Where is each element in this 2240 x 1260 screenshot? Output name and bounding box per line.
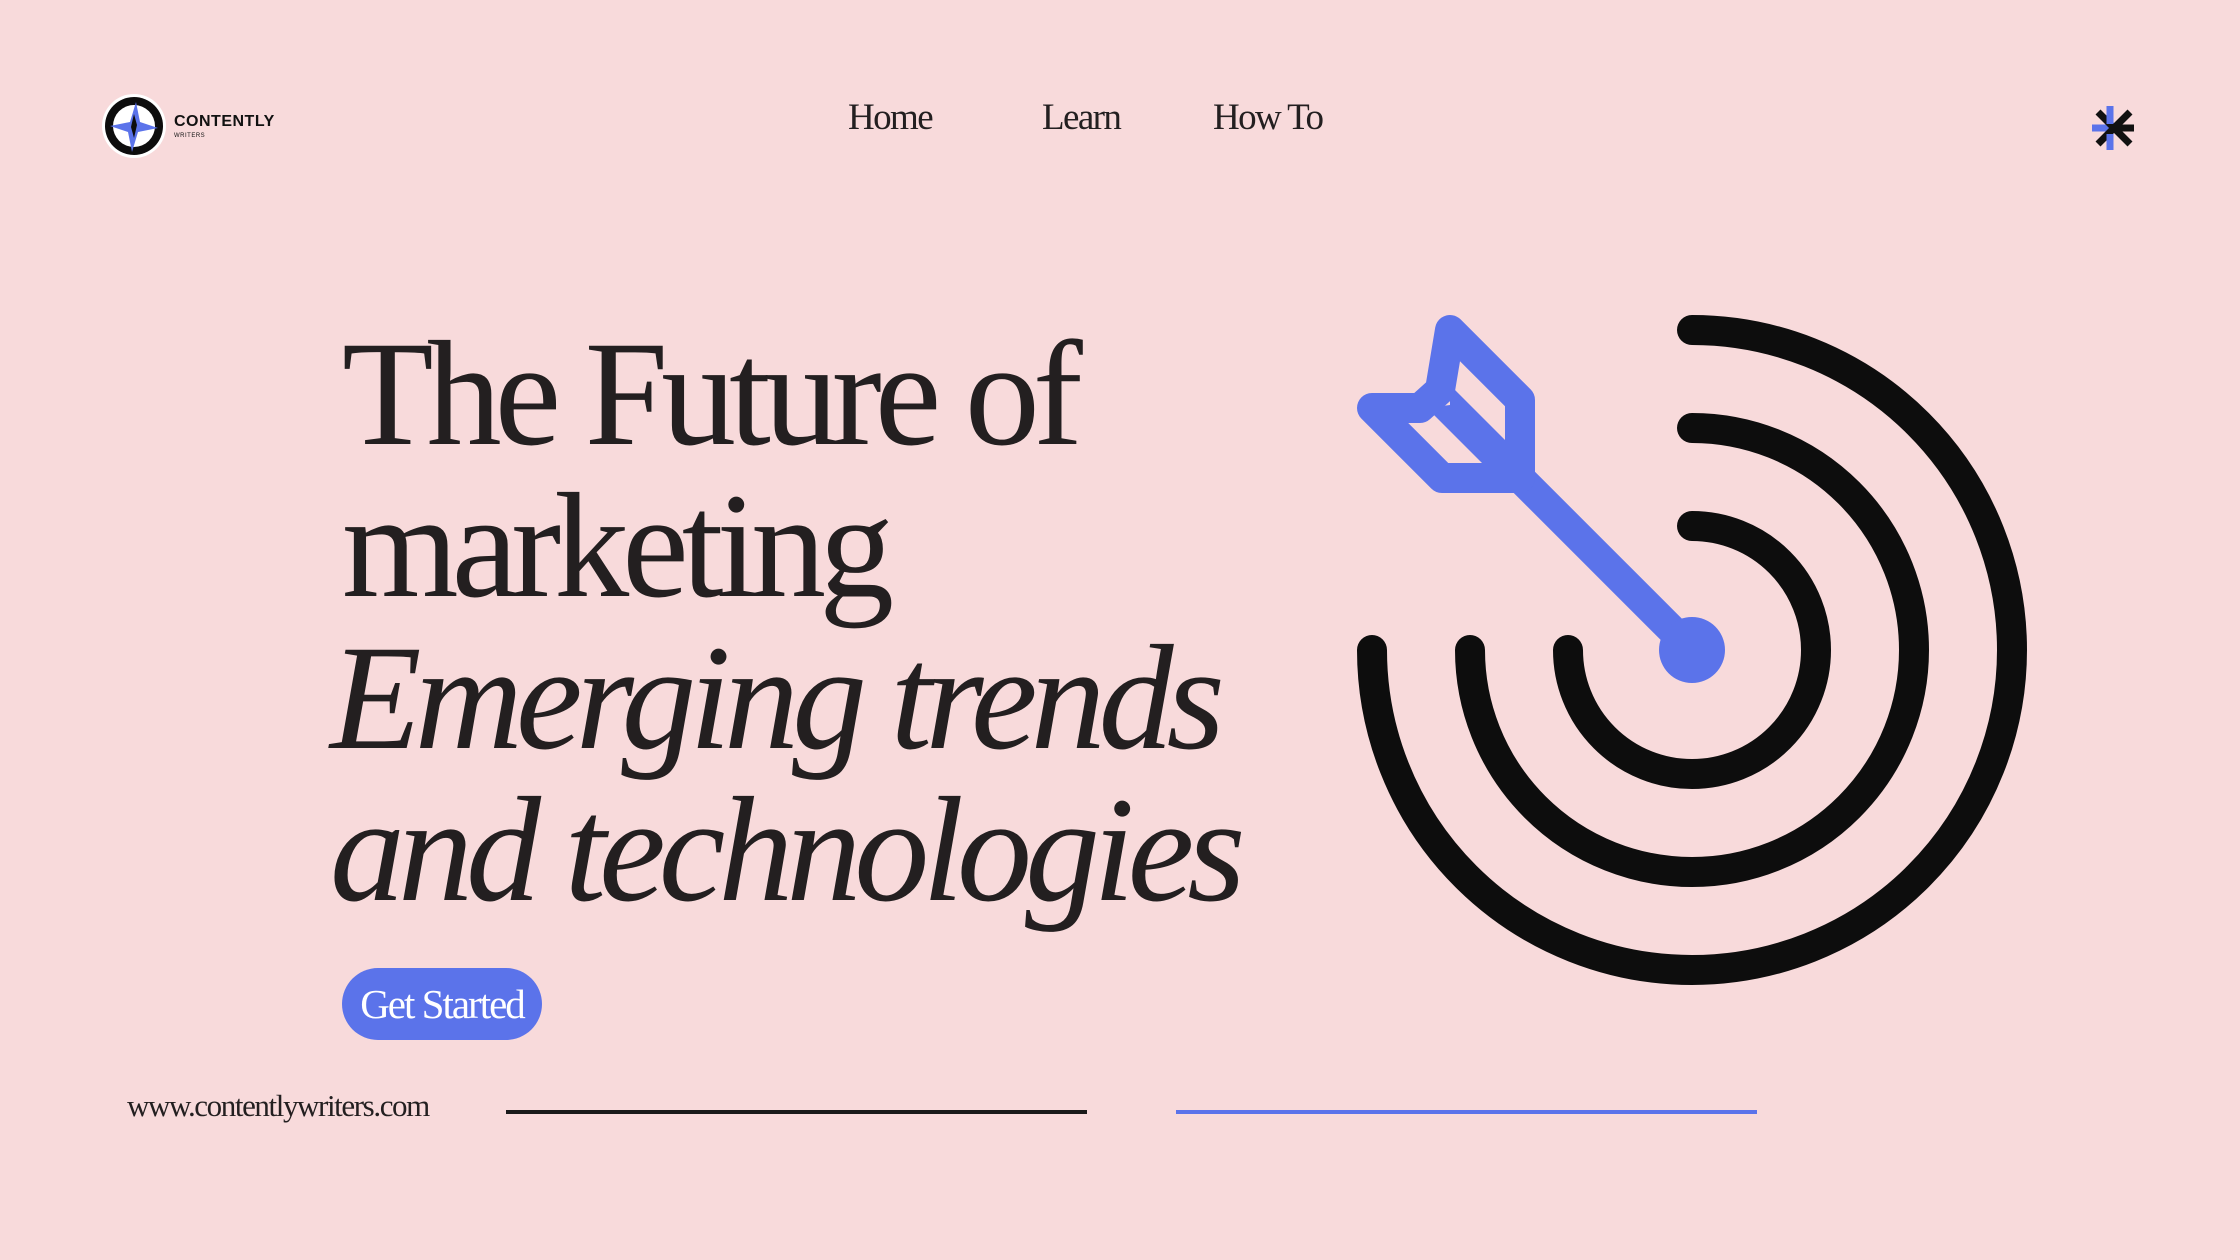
target-arrow-icon [1357, 315, 2027, 985]
headline-line-2: marketing [342, 463, 894, 629]
divider-black [506, 1110, 1087, 1114]
hero-headline: The Future of marketing Emerging trends … [330, 311, 1246, 933]
logo-subtitle: WRITERS [174, 132, 206, 139]
nav-learn[interactable]: Learn [1042, 96, 1122, 139]
logo-text: CONTENTLY WRITERS [174, 112, 275, 139]
brand-logo[interactable]: CONTENTLY WRITERS [100, 92, 275, 160]
headline-line-3: Emerging trends [330, 615, 1225, 781]
nav-how-to[interactable]: How To [1213, 96, 1324, 139]
divider-blue [1176, 1110, 1757, 1114]
asterisk-icon[interactable] [2090, 104, 2138, 152]
compass-star-icon [102, 94, 166, 158]
headline-line-4: and technologies [330, 767, 1246, 933]
headline-line-1: The Future of [342, 311, 1083, 477]
logo-name: CONTENTLY [174, 112, 275, 130]
website-url[interactable]: www.contentlywriters.com [127, 1088, 430, 1124]
nav-home[interactable]: Home [848, 96, 934, 139]
get-started-button[interactable]: Get Started [342, 968, 542, 1040]
landing-page: CONTENTLY WRITERS Home Learn How To The … [0, 0, 2240, 1260]
